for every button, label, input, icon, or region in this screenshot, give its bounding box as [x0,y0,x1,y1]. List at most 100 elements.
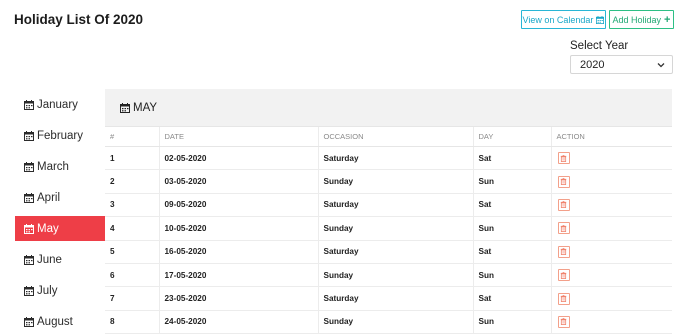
cell-number: 3 [105,193,159,218]
trash-icon [560,154,567,162]
add-holiday-button[interactable]: Add Holiday + [609,10,674,29]
table-header-row: # DATE OCCASION DAY ACTION [105,126,672,147]
holiday-table: # DATE OCCASION DAY ACTION 1 02-05-2020 … [105,126,672,334]
delete-button[interactable] [557,152,570,165]
trash-icon [560,178,567,186]
month-label: February [37,129,84,142]
cell-date: 24-05-2020 [158,310,318,334]
calendar-icon [120,102,130,113]
year-select-value: 2020 [580,58,605,71]
month-item-march[interactable]: March [15,151,105,182]
cell-occasion: Sunday [317,263,473,288]
table-row: 1 02-05-2020 Saturday Sat [105,146,672,171]
cell-occasion: Saturday [317,286,473,311]
cell-number: 5 [105,240,159,264]
trash-icon [560,271,567,279]
view-on-calendar-label: View on Calendar [522,14,594,25]
column-header-occasion: OCCASION [317,126,473,147]
cell-action [550,263,672,288]
table-row: 2 03-05-2020 Sunday Sun [105,169,672,194]
calendar-icon [596,15,605,24]
month-label: May [37,222,59,235]
cell-number: 4 [105,216,159,241]
cell-occasion: Sunday [317,310,473,334]
month-item-february[interactable]: February [15,120,105,151]
cell-date: 16-05-2020 [158,240,318,264]
delete-button[interactable] [557,292,570,305]
trash-icon [560,295,567,302]
table-row: 4 10-05-2020 Sunday Sun [105,216,672,241]
table-row: 3 09-05-2020 Saturday Sat [105,193,672,218]
cell-day: Sat [472,240,551,264]
panel-title: MAY [133,101,158,114]
cell-number: 8 [105,310,159,334]
holiday-panel: MAY # DATE OCCASION DAY ACTION 1 02-05-2… [105,89,672,334]
column-header-number: # [105,126,159,147]
cell-occasion: Sunday [317,169,473,194]
cell-date: 03-05-2020 [158,169,318,194]
cell-action [550,146,672,171]
calendar-icon [24,223,34,234]
month-item-june[interactable]: June [15,244,105,275]
month-label: July [37,284,58,297]
month-label: March [37,160,69,173]
cell-day: Sat [472,146,551,171]
view-on-calendar-button[interactable]: View on Calendar [521,10,606,29]
table-row: 8 24-05-2020 Sunday Sun [105,310,672,334]
month-list: January February March April May June Ju… [15,89,105,334]
cell-occasion: Saturday [317,146,473,171]
table-row: 7 23-05-2020 Saturday Sat [105,286,672,311]
column-header-day: DAY [472,126,551,147]
cell-day: Sun [472,310,551,334]
cell-action [550,286,672,311]
delete-button[interactable] [557,315,570,328]
calendar-icon [24,161,34,172]
year-select[interactable]: 2020 [570,55,673,74]
table-row: 5 16-05-2020 Saturday Sat [105,240,672,264]
calendar-icon [24,285,34,296]
cell-day: Sun [472,216,551,241]
cell-action [550,216,672,241]
column-header-date: DATE [158,126,318,147]
calendar-icon [24,254,34,265]
trash-icon [560,318,567,326]
cell-occasion: Sunday [317,216,473,241]
cell-date: 23-05-2020 [158,286,318,311]
trash-icon [560,248,567,256]
calendar-icon [24,130,34,141]
delete-button[interactable] [557,245,570,258]
month-label: April [37,191,61,204]
cell-number: 2 [105,169,159,194]
column-header-action: ACTION [550,126,672,147]
add-holiday-label: Add Holiday [612,14,662,25]
delete-button[interactable] [557,269,570,282]
delete-button[interactable] [557,198,570,211]
cell-number: 1 [105,146,159,171]
month-item-july[interactable]: July [15,275,105,306]
cell-action [550,310,672,334]
cell-action [550,240,672,264]
delete-button[interactable] [557,222,570,235]
table-row: 6 17-05-2020 Sunday Sun [105,263,672,288]
page-title: Holiday List Of 2020 [14,12,144,27]
month-label: June [37,253,62,266]
cell-action [550,169,672,194]
month-item-may[interactable]: May [15,216,105,241]
plus-icon: + [664,13,671,26]
panel-header: MAY [105,89,672,126]
cell-day: Sat [472,286,551,311]
chevron-down-icon [657,63,665,68]
cell-occasion: Saturday [317,240,473,264]
cell-day: Sun [472,169,551,194]
calendar-icon [24,192,34,203]
cell-number: 7 [105,286,159,311]
month-item-january[interactable]: January [15,89,105,120]
cell-date: 10-05-2020 [158,216,318,241]
cell-date: 09-05-2020 [158,193,318,218]
month-item-april[interactable]: April [15,182,105,213]
trash-icon [560,201,567,209]
cell-date: 02-05-2020 [158,146,318,171]
delete-button[interactable] [557,175,570,188]
month-item-august[interactable]: August [15,306,105,334]
cell-action [550,193,672,218]
